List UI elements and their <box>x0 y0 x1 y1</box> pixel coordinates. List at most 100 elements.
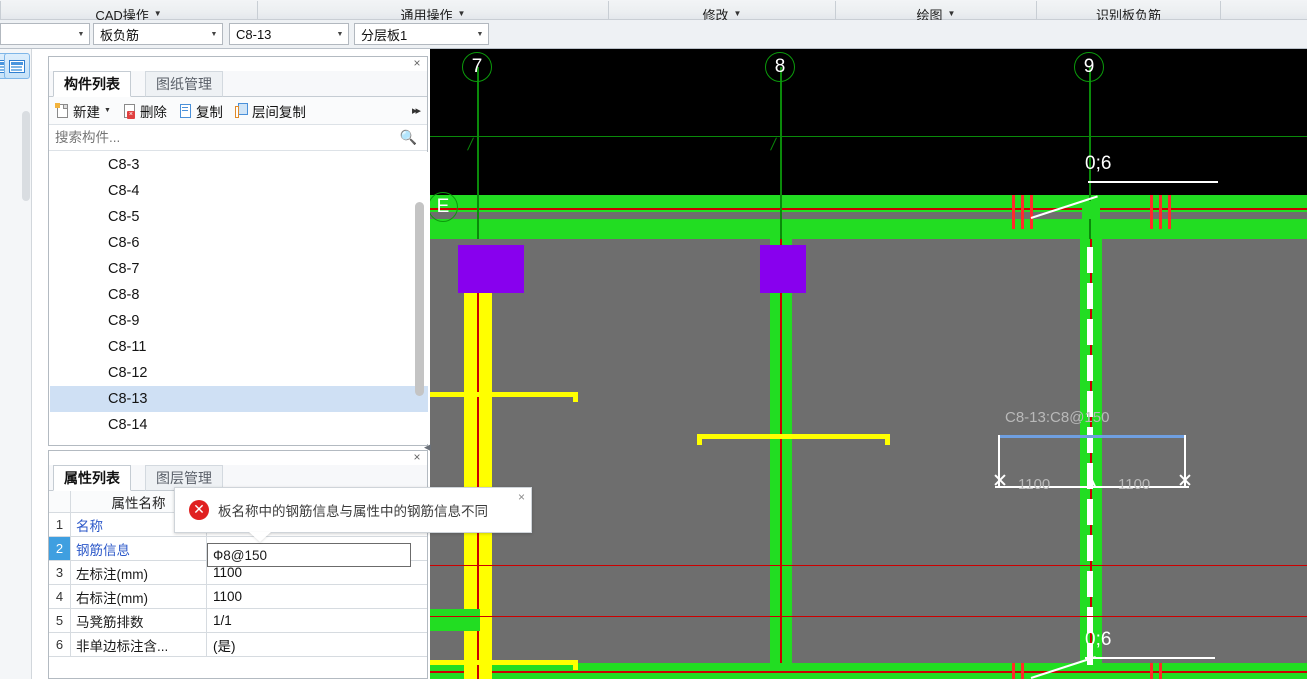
beam-stub-left <box>430 609 480 631</box>
layer-copy-button-label: 层间复制 <box>251 104 306 120</box>
rebar-bracket-mid-r <box>885 434 890 445</box>
error-tooltip: ✕ 板名称中的钢筋信息与属性中的钢筋信息不同 × <box>174 487 532 533</box>
divider <box>835 1 836 20</box>
rebar-label-main: C8-13:C8@150 <box>1005 409 1110 426</box>
close-icon[interactable]: × <box>518 490 525 504</box>
grid-tick <box>467 137 474 151</box>
row-value[interactable]: 1/1 <box>207 609 427 632</box>
list-item[interactable]: C8-6 <box>50 230 428 256</box>
grid-bubble-label: E <box>436 196 450 217</box>
list-item[interactable]: C8-3 <box>50 152 428 178</box>
overflow-chevron-icon[interactable]: ▸▸ <box>412 104 421 117</box>
chevron-down-icon[interactable]: ▼ <box>472 24 488 44</box>
ribbon-group-modify[interactable]: 修改 ▼ <box>609 0 835 22</box>
grid-line-8 <box>780 67 782 239</box>
splitter-collapse-arrow[interactable]: ◀ <box>424 442 431 453</box>
grid-bubble-9[interactable]: 9 <box>1074 52 1104 82</box>
layer-copy-button[interactable]: 层间复制 <box>234 101 306 121</box>
list-item-selected[interactable]: C8-13 <box>50 386 428 412</box>
list-item-label: C8-6 <box>108 235 140 251</box>
tab-component-list[interactable]: 构件列表 <box>53 71 131 97</box>
selected-rebar-dash <box>1087 535 1093 561</box>
scrollbar-thumb-left[interactable] <box>22 111 30 201</box>
list-item[interactable]: C8-7 <box>50 256 428 282</box>
component-list[interactable]: C8-3 C8-4 C8-5 C8-6 C8-7 C8-8 C8-9 C8-11… <box>50 152 428 444</box>
rebar-callout-bottom: 0;6 <box>1085 629 1112 650</box>
rebar-hatch <box>1150 663 1153 679</box>
list-item[interactable]: C8-14 <box>50 412 428 438</box>
list-item[interactable]: C8-4 <box>50 178 428 204</box>
tab-drawing-manage[interactable]: 图纸管理 <box>145 71 223 97</box>
panel-icon-2[interactable] <box>4 53 30 79</box>
tab-property-list[interactable]: 属性列表 <box>53 465 131 491</box>
row-name: 左标注(mm) <box>71 561 207 584</box>
combo-member-name[interactable]: C8-13 ▼ <box>229 23 349 45</box>
list-item[interactable]: C8-8 <box>50 282 428 308</box>
combo-layer[interactable]: ▼ <box>0 23 90 45</box>
list-item[interactable]: C8-5 <box>50 204 428 230</box>
dim-label-right: 1100 <box>1118 476 1151 493</box>
chevron-down-icon[interactable]: ▼ <box>206 24 222 44</box>
selected-rebar-dash <box>1087 571 1093 597</box>
list-item[interactable]: C8-9 <box>50 308 428 334</box>
ribbon-group-draw[interactable]: 绘图 ▼ <box>836 0 1036 22</box>
list-item-label: C8-3 <box>108 157 140 173</box>
combo-member-type[interactable]: 板负筋 ▼ <box>93 23 223 45</box>
chevron-down-icon[interactable]: ▼ <box>332 24 348 44</box>
new-button[interactable]: 新建 ▼ <box>55 101 111 121</box>
list-item-label: C8-5 <box>108 209 140 225</box>
tab-label: 图层管理 <box>156 470 212 486</box>
grid-tick <box>770 137 777 151</box>
selected-rebar-dash <box>1087 427 1093 453</box>
delete-button[interactable]: × 删除 <box>122 101 167 121</box>
list-item[interactable]: C8-12 <box>50 360 428 386</box>
close-icon[interactable]: × <box>411 451 423 464</box>
property-panel: × 属性列表 图层管理 属性名称 1 名称 2 钢筋信息 3 左标注(mm) 1… <box>48 450 428 679</box>
chevron-down-icon: ▼ <box>153 9 162 18</box>
ribbon-group-cad[interactable]: CAD操作 ▼ <box>0 0 257 22</box>
grid-bubble-label: 9 <box>1083 56 1095 77</box>
table-row[interactable]: 4 右标注(mm) 1100 <box>49 585 427 609</box>
beam-gap <box>430 212 1307 219</box>
copy-button[interactable]: 复制 <box>178 101 223 121</box>
row-name: 钢筋信息 <box>71 537 207 560</box>
combo-slab-layer[interactable]: 分层板1 ▼ <box>354 23 489 45</box>
scrollbar-thumb-list[interactable] <box>415 202 424 396</box>
chevron-down-icon[interactable]: ▼ <box>104 107 111 114</box>
table-row[interactable]: 6 非单边标注含... (是) <box>49 633 427 657</box>
table-row[interactable]: 5 马凳筋排数 1/1 <box>49 609 427 633</box>
selected-rebar-dash <box>1087 355 1093 381</box>
rebar-hatch <box>1021 195 1024 229</box>
search-input[interactable] <box>49 130 400 145</box>
rebar-bracket-bot-left <box>430 660 578 665</box>
leader-line-bottom-h <box>1085 657 1215 659</box>
grid-bubble-8[interactable]: 8 <box>765 52 795 82</box>
rebar-info-edit-value: Ф8@150 <box>213 547 267 563</box>
list-item-label: C8-7 <box>108 261 140 277</box>
beam-centerline <box>430 208 1307 210</box>
list-item[interactable]: C8-11 <box>50 334 428 360</box>
rebar-bracket-bot-left-end <box>573 660 578 670</box>
new-doc-icon <box>55 102 70 119</box>
chevron-down-icon[interactable]: ▼ <box>73 24 89 44</box>
divider <box>0 1 1 20</box>
selected-rebar-bar[interactable] <box>998 435 1186 438</box>
divider <box>1036 1 1037 20</box>
row-index: 3 <box>49 561 71 584</box>
grid-bubble-label: 8 <box>774 56 786 77</box>
rebar-info-edit-field[interactable]: Ф8@150 <box>207 543 411 567</box>
row-value[interactable]: 1100 <box>207 585 427 608</box>
divider <box>257 1 258 20</box>
leader-line-top-h <box>1088 181 1218 183</box>
list-item-label: C8-13 <box>108 386 154 412</box>
search-icon[interactable]: 🔍 <box>400 129 417 146</box>
ribbon-group-general[interactable]: 通用操作 ▼ <box>258 0 608 22</box>
cad-drawing-canvas[interactable]: 7 8 9 E 0;6 C8-13:C8@150 1100 1100 0;6 <box>430 49 1307 679</box>
row-name: 马凳筋排数 <box>71 609 207 632</box>
list-item-label: C8-8 <box>108 287 140 303</box>
grid-bubble-7[interactable]: 7 <box>462 52 492 82</box>
close-icon[interactable]: × <box>411 57 423 70</box>
ribbon-button-identify-slab-rebar[interactable]: 识别板负筋 <box>1037 0 1220 22</box>
selection-node[interactable] <box>1082 201 1100 219</box>
row-value[interactable]: (是) <box>207 633 427 656</box>
